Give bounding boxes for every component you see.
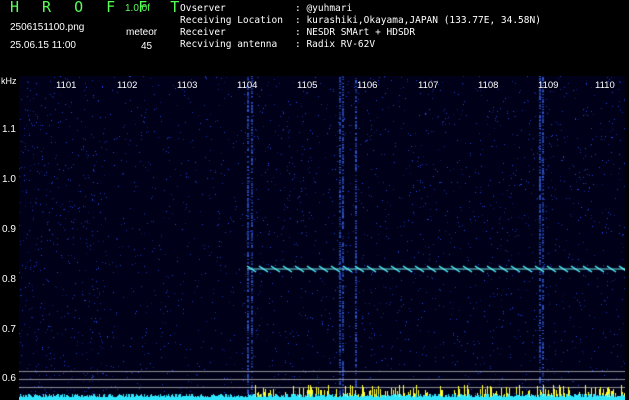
spectrogram-canvas [19, 76, 625, 400]
x-tick-label: 1110 [595, 80, 615, 91]
x-tick-label: 1108 [478, 80, 499, 91]
meteor-count: 45 [141, 41, 153, 52]
y-tick-label: 1.0 [2, 174, 16, 185]
y-tick-label: 0.6 [2, 373, 16, 384]
receiver-value: : NESDR SMArt + HDSDR [295, 27, 416, 38]
location-value: : kurashiki,Okayama,JAPAN (133.77E, 34.5… [295, 15, 541, 26]
y-tick-label: 1.1 [2, 124, 16, 135]
meteor-label: meteor [126, 27, 158, 38]
antenna-value: : Radix RV-62V [295, 39, 376, 50]
location-label: Receiving Location [180, 15, 283, 26]
y-axis-unit: kHz [1, 76, 17, 86]
y-tick-label: 0.7 [2, 324, 16, 335]
app-title: H R O F F T [10, 0, 187, 16]
x-tick-label: 1104 [237, 80, 258, 91]
x-tick-label: 1101 [56, 80, 77, 91]
x-tick-label: 1109 [538, 80, 559, 91]
x-tick-label: 1107 [418, 80, 439, 91]
capture-datetime: 25.06.15 11:00 [10, 40, 76, 51]
x-tick-label: 1103 [177, 80, 198, 91]
header-panel: H R O F F T 1.0.0f 2506151100.png 25.06.… [0, 0, 629, 76]
antenna-label: Recviving antenna [180, 39, 278, 50]
app-version: 1.0.0f [125, 3, 151, 14]
x-tick-label: 1102 [117, 80, 138, 91]
y-tick-label: 0.9 [2, 224, 16, 235]
x-tick-label: 1105 [297, 80, 318, 91]
receiver-label: Receiver [180, 27, 226, 38]
y-tick-label: 0.8 [2, 274, 16, 285]
observer-value: : @yuhmari [295, 3, 353, 14]
image-filename: 2506151100.png [10, 22, 85, 33]
x-tick-label: 1106 [357, 80, 378, 91]
observer-label: Ovserver [180, 3, 226, 14]
